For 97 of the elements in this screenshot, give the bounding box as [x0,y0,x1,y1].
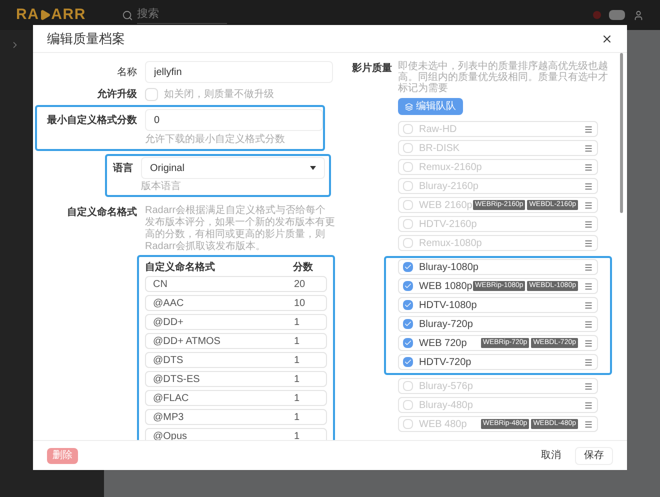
checkbox[interactable] [403,281,413,291]
quality-name: Remux-1080p [419,236,482,250]
quality-name: Bluray-720p [419,318,473,332]
quality-name: HDTV-720p [419,356,472,370]
checkbox[interactable] [403,381,413,391]
checkbox[interactable] [403,419,413,429]
checkbox[interactable] [403,300,413,310]
search-field[interactable]: 搜索 [137,6,227,24]
drag-handle-icon[interactable] [584,262,593,272]
field-label: 自定义命名格式 [66,205,138,220]
drag-handle-icon[interactable] [584,338,593,348]
drag-handle-icon[interactable] [584,358,593,366]
field-label: 最小自定义格式分数 [46,113,138,128]
quality-name: Bluray-480p [419,398,473,412]
field-label: 名称 [116,66,138,80]
format-name: @MP3 [153,410,185,424]
user-icon[interactable] [633,10,644,20]
quality-name: BR-DISK [419,142,460,156]
modal-title: 编辑质量档案 [47,30,125,48]
field-label: 语言 [112,161,134,176]
cancel-button[interactable]: 取消 [535,448,567,464]
quality-name: Bluray-576p [419,380,473,394]
drag-handle-icon[interactable] [584,162,593,172]
search-icon [122,10,133,20]
drag-handle-icon[interactable] [584,144,593,152]
quality-row[interactable]: HDTV-1080p [398,297,598,313]
column-header: 分数 [293,260,313,274]
help-text: Radarr会根据满足自定义格式与否给每个发布版本评分，如果一个新的发布版本有更高的分数，有相同或更高的影片质量，则Radarr会抓取该发布版本。 [145,205,335,253]
format-name: @DTS [153,354,184,368]
quality-name: Remux-2160p [419,160,482,174]
drag-handle-icon[interactable] [584,300,593,310]
drag-handle-icon[interactable] [584,400,593,410]
drag-handle-icon[interactable] [584,182,593,190]
quality-row[interactable]: Bluray-1080p [398,259,598,275]
quality-name: Bluray-2160p [419,180,478,194]
quality-name: WEB 1080p [419,280,472,294]
drag-handle-icon[interactable] [584,238,593,248]
help-text: 版本语言 [141,180,182,194]
quality-row[interactable]: HDTV-720p [398,354,598,370]
layers-icon [405,102,413,110]
help-text: 如关闭，则质量不做升级 [164,88,274,102]
help-text: 即使未选中，列表中的质量排序越高优先级也越高。同组内的质量优先级相同。质量只有选中才标记为需要 [398,61,608,94]
checkbox[interactable] [403,162,413,172]
drag-handle-icon[interactable] [584,200,593,210]
format-score: 1 [294,392,300,406]
checkbox[interactable] [145,88,158,101]
checkbox[interactable] [403,319,413,329]
format-score: 1 [294,354,300,368]
quality-name: Raw-HD [419,122,457,136]
format-score: 1 [294,372,300,386]
quality-row[interactable]: Bluray-720p [398,316,598,332]
field-label: 影片质量 [352,62,393,76]
name-field[interactable]: jellyfin [145,61,333,83]
quality-name: WEB 720p [419,336,467,350]
checkbox[interactable] [403,181,413,191]
drag-handle-icon[interactable] [584,382,593,390]
column-header: 自定义命名格式 [145,260,216,274]
format-score: 1 [294,334,300,348]
quality-name: HDTV-1080p [419,298,477,312]
help-text: 允许下载的最小自定义格式分数 [145,132,286,147]
format-score: 1 [294,430,300,440]
caret-icon [310,166,316,170]
checkbox[interactable] [403,143,413,153]
score-field[interactable]: 0 [145,109,323,131]
format-name: @DTS-ES [153,372,201,386]
checkbox[interactable] [403,219,413,229]
language-select[interactable]: Original [141,157,325,179]
quality-name: WEB 480p [419,418,467,432]
format-name: @DD+ ATMOS [153,334,222,348]
format-name: @FLAC [153,392,190,406]
scrollbar[interactable] [620,53,623,213]
format-name: @AAC [153,296,185,310]
checkbox[interactable] [403,238,413,248]
quality-name: WEB 2160p [419,198,472,212]
drag-handle-icon[interactable] [584,282,593,290]
format-name: CN [153,278,168,292]
checkbox[interactable] [403,124,413,134]
close-button[interactable] [601,32,613,44]
quality-name: Bluray-1080p [419,260,478,274]
checkbox[interactable] [403,200,413,210]
checkbox[interactable] [403,338,413,348]
drag-handle-icon[interactable] [584,320,593,328]
checkbox[interactable] [403,357,413,367]
drag-handle-icon[interactable] [584,220,593,228]
format-score: 1 [294,316,300,330]
drag-handle-icon[interactable] [584,124,593,134]
quality-name: HDTV-2160p [419,218,477,232]
format-score: 10 [294,296,306,310]
field-label: 允许升级 [96,88,138,102]
drag-handle-icon[interactable] [584,420,593,428]
checkbox[interactable] [403,400,413,410]
format-name: @DD+ [153,316,184,330]
checkbox[interactable] [403,262,413,272]
format-score: 1 [294,410,300,424]
format-score: 20 [294,278,306,292]
save-button[interactable]: 保存 [575,446,613,464]
logo: RA ARR [16,4,87,25]
